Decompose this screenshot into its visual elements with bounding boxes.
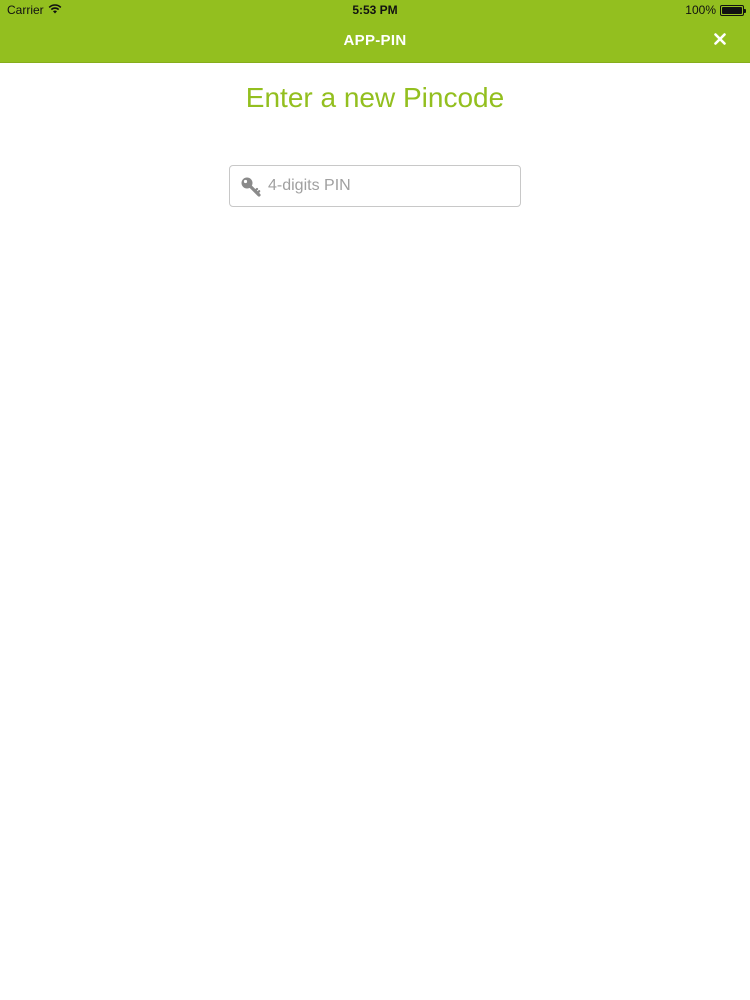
battery-percent: 100% bbox=[685, 3, 716, 17]
close-button[interactable] bbox=[708, 29, 732, 53]
pin-field[interactable] bbox=[229, 165, 521, 207]
page-title: Enter a new Pincode bbox=[245, 82, 505, 113]
status-right: 100% bbox=[685, 3, 746, 17]
pin-input[interactable] bbox=[268, 166, 516, 206]
key-icon bbox=[240, 176, 262, 198]
status-time: 5:53 PM bbox=[352, 3, 398, 17]
battery-fill bbox=[722, 6, 742, 14]
battery-icon bbox=[720, 4, 746, 16]
nav-bar: APP-PIN bbox=[0, 20, 750, 63]
status-bar: Carrier 5:53 PM 100% bbox=[0, 0, 750, 20]
close-icon bbox=[714, 32, 726, 50]
nav-title: APP-PIN bbox=[343, 32, 407, 49]
